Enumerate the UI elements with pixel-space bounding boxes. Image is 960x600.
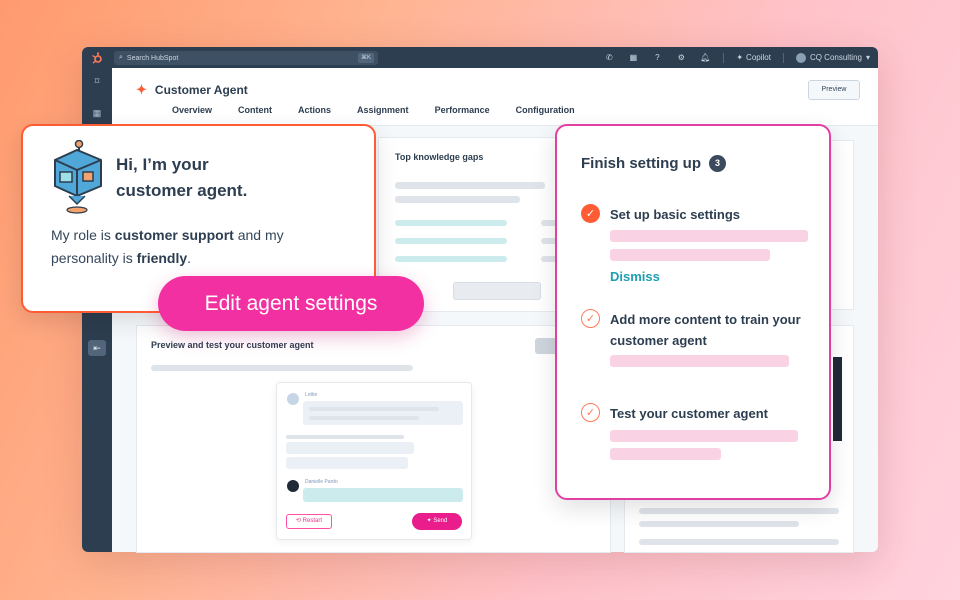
copilot-label: Copilot — [746, 53, 771, 62]
count-badge: 3 — [709, 155, 726, 172]
search-shortcut: ⌘K — [357, 53, 374, 63]
agent-header: ✦ Customer Agent Overview Content Action… — [112, 68, 878, 126]
agent-role: customer support — [114, 227, 234, 243]
setup-title-text: Finish setting up — [581, 155, 701, 172]
placeholder-line — [286, 435, 404, 439]
send-label: Send — [433, 518, 448, 524]
robot-icon — [49, 139, 105, 216]
notifications-icon[interactable]: 🔔︎ — [699, 53, 711, 62]
placeholder-line — [610, 448, 721, 460]
divider — [782, 52, 784, 63]
user-message-bubble — [303, 488, 463, 502]
placeholder-line — [610, 249, 770, 261]
restart-label: Restart — [302, 518, 323, 524]
tab-configuration[interactable]: Configuration — [516, 105, 575, 115]
message-bubble — [286, 457, 408, 469]
setup-title: Finish setting up 3 — [581, 155, 726, 172]
step-label: Add more content to train your customer … — [610, 312, 801, 348]
placeholder-line — [309, 416, 419, 420]
agent-personality: friendly — [136, 250, 188, 266]
desc-pre: My role is — [51, 227, 115, 243]
user-avatar — [287, 480, 299, 492]
bookmark-icon[interactable]: ⌑ — [91, 76, 103, 88]
desc-end: . — [187, 250, 192, 266]
checkmark-icon: ✓ — [581, 204, 600, 223]
restart-button[interactable]: ⟲ Restart — [286, 514, 332, 529]
top-icons: ✆ ▦ ? ⚙ 🔔︎ ✦ Copilot CQ Consulting ▾ — [603, 47, 870, 68]
right-edge-panel — [832, 140, 854, 310]
tab-assignment[interactable]: Assignment — [357, 105, 409, 115]
placeholder-line — [395, 256, 507, 262]
knowledge-gaps-title: Top knowledge gaps — [395, 152, 484, 162]
finish-setup-card: Finish setting up 3 ✓ Set up basic setti… — [555, 124, 831, 500]
setup-step-test-agent[interactable]: ✓ Test your customer agent — [581, 403, 810, 424]
dismiss-link[interactable]: Dismiss — [610, 269, 660, 284]
preview-button[interactable]: Preview — [808, 80, 860, 100]
placeholder-line — [151, 365, 413, 371]
placeholder-line — [395, 182, 545, 189]
collapse-sidebar-button[interactable]: ⇤ — [88, 340, 106, 356]
agent-message-bubble — [303, 401, 463, 425]
tab-performance[interactable]: Performance — [435, 105, 490, 115]
page-title-text: Customer Agent — [154, 83, 248, 97]
marketplace-icon[interactable]: ▦ — [627, 53, 639, 62]
intro-description: My role is customer support and my perso… — [51, 224, 351, 270]
preview-test-title: Preview and test your customer agent — [151, 340, 314, 350]
sparkle-icon: ✦ — [136, 82, 147, 97]
tab-content[interactable]: Content — [238, 105, 272, 115]
setup-step-add-content[interactable]: ✓ Add more content to train your custome… — [581, 309, 810, 351]
copilot-button[interactable]: ✦ Copilot — [736, 53, 771, 62]
tab-overview[interactable]: Overview — [172, 105, 212, 115]
search-placeholder: Search HubSpot — [126, 54, 179, 62]
step-label: Test your customer agent — [610, 406, 768, 421]
page-title: ✦ Customer Agent — [136, 82, 248, 98]
placeholder-line — [395, 196, 520, 203]
tab-actions[interactable]: Actions — [298, 105, 331, 115]
chevron-down-icon: ▾ — [865, 53, 870, 62]
help-icon[interactable]: ? — [651, 53, 663, 62]
settings-icon[interactable]: ⚙ — [675, 53, 687, 62]
checkmark-outline-icon: ✓ — [581, 403, 600, 422]
send-button[interactable]: ✦ Send — [412, 513, 462, 530]
hubspot-logo-icon[interactable] — [82, 47, 112, 68]
greeting-line-2: customer agent. — [116, 181, 248, 200]
placeholder-line — [639, 508, 839, 514]
greeting-line-1: Hi, I’m your — [116, 155, 209, 174]
checkmark-outline-icon: ✓ — [581, 309, 600, 328]
placeholder-line — [610, 430, 798, 442]
step-label: Set up basic settings — [610, 207, 741, 222]
top-navigation-bar: ⌕ Search HubSpot ⌘K ✆ ▦ ? ⚙ 🔔︎ ✦ Copilot… — [82, 47, 878, 68]
placeholder-line — [395, 220, 507, 226]
placeholder-line — [639, 539, 839, 545]
intro-greeting: Hi, I’m your customer agent. — [116, 152, 316, 204]
grid-icon[interactable]: ▦ — [91, 108, 103, 120]
placeholder-line — [610, 355, 789, 367]
user-name: Danielle Pardo — [305, 479, 338, 485]
account-name: CQ Consulting — [809, 53, 862, 62]
placeholder-line — [395, 238, 507, 244]
chat-preview-card: Lottie Danielle Pardo ⟲ Restart ✦ Send — [276, 382, 472, 540]
placeholder-line — [639, 521, 799, 527]
placeholder-line — [610, 230, 808, 242]
view-more-button[interactable] — [453, 282, 541, 300]
placeholder-line — [309, 407, 439, 411]
edit-agent-settings-button[interactable]: Edit agent settings — [158, 276, 424, 331]
agent-avatar — [287, 393, 299, 405]
copilot-icon: ✦ — [736, 53, 744, 62]
setup-step-basic-settings[interactable]: ✓ Set up basic settings — [581, 204, 810, 225]
tab-bar: Overview Content Actions Assignment Perf… — [172, 105, 601, 115]
message-bubble — [286, 442, 414, 454]
avatar — [795, 52, 806, 63]
restart-icon: ⟲ — [295, 518, 303, 524]
image-thumbnail — [833, 357, 842, 441]
account-menu[interactable]: CQ Consulting ▾ — [795, 52, 870, 63]
search-icon: ⌕ — [119, 54, 123, 61]
agent-name: Lottie — [305, 392, 318, 398]
search-input[interactable]: ⌕ Search HubSpot ⌘K — [114, 51, 378, 65]
phone-icon[interactable]: ✆ — [603, 53, 615, 62]
divider — [723, 52, 725, 63]
